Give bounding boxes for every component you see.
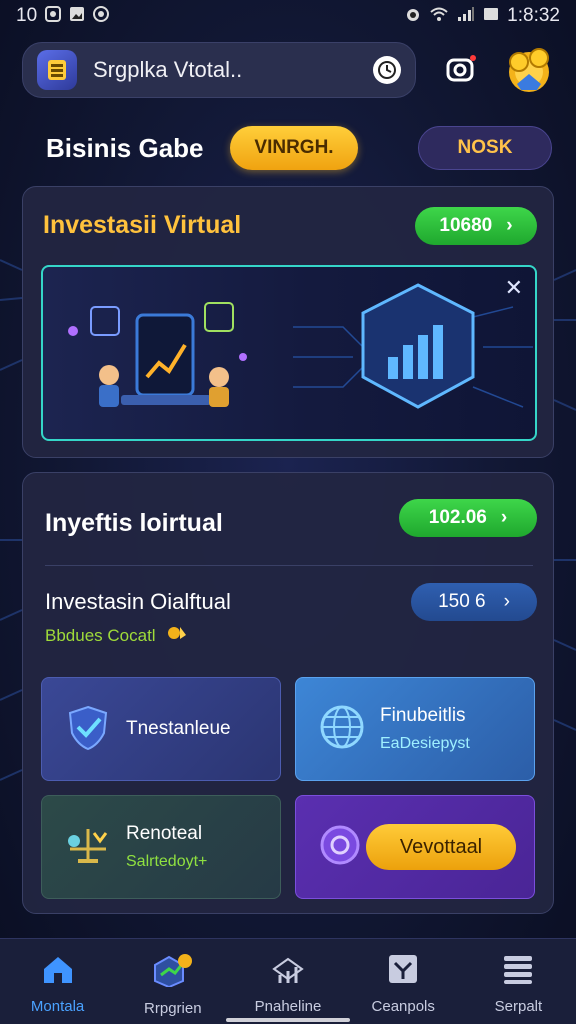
banner-illustration bbox=[68, 283, 533, 409]
signal-icon bbox=[457, 6, 475, 27]
app-title: Srgplka Vtotal.. bbox=[93, 57, 243, 82]
scale-icon bbox=[64, 821, 112, 874]
nav-label: Ceanpols bbox=[371, 998, 435, 1015]
globe-icon bbox=[318, 703, 366, 756]
camera-icon[interactable] bbox=[444, 52, 478, 86]
app-logo-icon bbox=[37, 50, 77, 90]
game-title: Bisinis Gabe bbox=[46, 133, 204, 163]
nav-label: Pnaheline bbox=[254, 998, 322, 1015]
purple-pill-button[interactable]: NOSK bbox=[418, 126, 552, 170]
tile-funds-title: Finubeitlis bbox=[380, 705, 466, 726]
bottom-nav: Montala Rrpgrien Pnaheline Ceanpols Serp… bbox=[0, 938, 576, 1024]
nav-item-investment[interactable]: Rrpgrien bbox=[115, 939, 230, 1024]
nav-label: Rrpgrien bbox=[144, 1000, 202, 1017]
gallery-icon bbox=[69, 6, 85, 27]
card1-value: 10680 bbox=[439, 215, 493, 236]
nav-item-chart[interactable]: Pnaheline bbox=[230, 939, 345, 1024]
header-row: Bisinis Gabe VINRGH. NOSK bbox=[46, 124, 556, 172]
investment-title: Investasin Oialftual bbox=[45, 589, 231, 614]
tile-rental[interactable]: Renoteal Salrtedoyt+ bbox=[41, 795, 281, 899]
home-indicator[interactable] bbox=[226, 1018, 350, 1022]
clock-icon[interactable] bbox=[373, 56, 401, 84]
menu-icon bbox=[500, 953, 536, 990]
nav-item-inbox[interactable]: Ceanpols bbox=[346, 939, 461, 1024]
card2-value: 102.06 bbox=[428, 507, 487, 528]
alarm-icon bbox=[405, 6, 421, 27]
tile-invest-title: Tnestanleue bbox=[126, 718, 231, 739]
nav-label: Serpalt bbox=[494, 998, 543, 1015]
tile-rental-title: Renoteal bbox=[126, 823, 203, 844]
chart-icon bbox=[270, 953, 306, 990]
card2-title: Inyeftis loirtual bbox=[45, 509, 223, 537]
chevron-right-icon: › bbox=[500, 507, 508, 528]
gear-badge-icon bbox=[318, 823, 362, 872]
notification-icon bbox=[45, 5, 62, 27]
promo-banner[interactable]: ✕ bbox=[41, 265, 537, 441]
shield-check-icon bbox=[64, 703, 112, 756]
investment-list-card: Inyeftis loirtual 102.06 › Investasin Oi… bbox=[22, 472, 554, 914]
tile-invest[interactable]: Tnestanleue bbox=[41, 677, 281, 781]
tile-virtual[interactable]: Vevottaal bbox=[295, 795, 535, 899]
divider bbox=[45, 565, 533, 566]
card2-value-pill[interactable]: 102.06 › bbox=[399, 499, 537, 537]
yellow-pill-button[interactable]: VINRGH. bbox=[230, 126, 358, 170]
tile-funds-subtitle: EaDesiepyst bbox=[380, 735, 470, 752]
coins-icon[interactable] bbox=[502, 44, 556, 96]
sync-icon bbox=[93, 5, 110, 27]
inbox-icon bbox=[385, 953, 421, 990]
tile-rental-subtitle: Salrtedoyt+ bbox=[126, 853, 208, 870]
virtual-action-button[interactable]: Vevottaal bbox=[366, 824, 516, 870]
home-icon bbox=[40, 953, 76, 990]
status-time: 1:8:32 bbox=[507, 5, 560, 26]
chevron-right-icon: › bbox=[506, 215, 513, 236]
chevron-right-icon: › bbox=[503, 591, 510, 612]
nav-item-home[interactable]: Montala bbox=[0, 939, 115, 1024]
battery-icon bbox=[483, 6, 499, 27]
close-icon[interactable]: ✕ bbox=[505, 275, 523, 301]
app-title-bar[interactable]: Srgplka Vtotal.. bbox=[22, 42, 416, 98]
wifi-icon bbox=[429, 6, 449, 27]
status-left-text: 10 bbox=[16, 5, 38, 26]
status-bar: 10 1:8:32 bbox=[0, 0, 576, 32]
nav-label: Montala bbox=[30, 998, 85, 1015]
tile-funds[interactable]: Finubeitlis EaDesiepyst bbox=[295, 677, 535, 781]
investment-icon bbox=[153, 953, 193, 992]
investment-value-pill[interactable]: 150 6 › bbox=[411, 583, 537, 621]
investment-value: 150 6 bbox=[438, 591, 486, 612]
card1-value-pill[interactable]: 10680 › bbox=[415, 207, 537, 245]
coin-bag-icon bbox=[166, 626, 188, 645]
virtual-investment-card: Investasii Virtual 10680 › ✕ bbox=[22, 186, 554, 458]
investment-subtitle: Bbdues Cocatl bbox=[45, 623, 188, 646]
nav-item-menu[interactable]: Serpalt bbox=[461, 939, 576, 1024]
card1-title: Investasii Virtual bbox=[43, 211, 242, 239]
